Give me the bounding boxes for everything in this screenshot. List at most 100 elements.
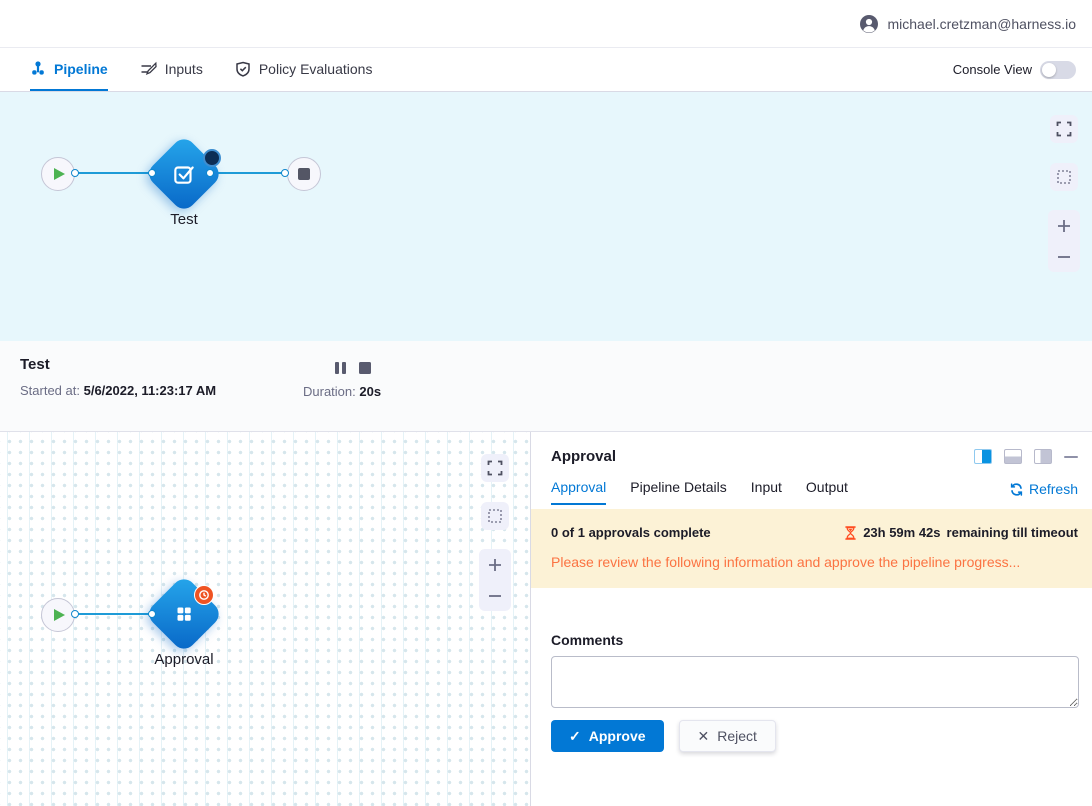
policy-shield-check-icon: [235, 61, 251, 77]
step-details-panel: Approval Approval Pipeline Details Input…: [531, 432, 1092, 806]
console-view-control: Console View: [953, 48, 1076, 91]
details-tab-approval[interactable]: Approval: [551, 479, 606, 505]
started-at-value: 5/6/2022, 11:23:17 AM: [84, 383, 217, 398]
zoom-in-button[interactable]: [1056, 218, 1072, 234]
zoom-out-button[interactable]: [1056, 249, 1072, 265]
duration-value: 20s: [359, 384, 381, 399]
test-node-label: Test: [124, 211, 244, 228]
play-icon: [54, 168, 65, 180]
top-bar: michael.cretzman@harness.io: [0, 0, 1092, 48]
fit-to-screen-button[interactable]: [481, 454, 509, 482]
inputs-icon: [140, 61, 157, 77]
refresh-button[interactable]: Refresh: [1009, 481, 1078, 505]
user-email: michael.cretzman@harness.io: [887, 16, 1076, 32]
execution-title: Test: [20, 356, 50, 373]
execution-actions: [335, 362, 371, 374]
layout-bottom-view-icon[interactable]: [1004, 449, 1022, 464]
toggle-knob: [1042, 63, 1056, 77]
details-tab-pipeline-details[interactable]: Pipeline Details: [630, 479, 727, 505]
layout-right-view-icon[interactable]: [974, 449, 992, 464]
refresh-label: Refresh: [1029, 481, 1078, 497]
stop-icon: [298, 168, 310, 180]
edge-test-to-end: [212, 172, 288, 174]
fit-to-screen-button[interactable]: [1050, 115, 1078, 143]
pipeline-graph-canvas[interactable]: Test: [0, 92, 1092, 341]
approval-progress-row: 0 of 1 approvals complete 23h 59m 42s re…: [551, 525, 1078, 540]
console-view-label: Console View: [953, 62, 1032, 77]
zoom-controls: [479, 549, 511, 611]
zoom-in-button[interactable]: [487, 557, 503, 573]
timeout-value: 23h 59m 42s: [863, 525, 940, 540]
tab-policy-evaluations-label: Policy Evaluations: [259, 61, 373, 77]
clock-icon: [198, 589, 210, 601]
edge-start-to-test: [75, 172, 156, 174]
console-view-toggle[interactable]: [1040, 61, 1076, 79]
comments-label: Comments: [551, 632, 1078, 648]
tab-policy-evaluations[interactable]: Policy Evaluations: [235, 48, 373, 91]
edge-port: [71, 169, 79, 177]
timeout-countdown: 23h 59m 42s remaining till timeout: [844, 525, 1078, 540]
duration: Duration: 20s: [303, 384, 381, 399]
details-tab-output[interactable]: Output: [806, 479, 848, 505]
x-icon: ✕: [698, 728, 710, 745]
edge-start-to-approval: [75, 613, 156, 615]
edge-port: [71, 610, 79, 618]
pipeline-execution-page: michael.cretzman@harness.io Pipeline Inp…: [0, 0, 1092, 806]
approval-actions: ✓ Approve ✕ Reject: [551, 720, 1080, 752]
tab-inputs-label: Inputs: [165, 61, 203, 77]
refresh-icon: [1009, 482, 1024, 497]
details-header: Approval: [551, 448, 1078, 465]
pause-button[interactable]: [335, 362, 346, 374]
end-node[interactable]: [287, 157, 321, 191]
user-menu: michael.cretzman@harness.io: [859, 14, 1076, 34]
marquee-icon: [487, 508, 503, 524]
abort-button[interactable]: [359, 362, 371, 374]
edge-port: [281, 169, 289, 177]
user-avatar-icon: [859, 14, 879, 34]
minimize-panel-icon[interactable]: [1064, 456, 1078, 458]
stage-start-node[interactable]: [41, 598, 75, 632]
details-title: Approval: [551, 448, 616, 465]
tab-pipeline[interactable]: Pipeline: [30, 48, 108, 91]
hourglass-icon: [844, 526, 857, 540]
details-tab-bar: Approval Pipeline Details Input Output R…: [551, 479, 1078, 505]
reject-button[interactable]: ✕ Reject: [679, 720, 776, 752]
panel-layout-controls: [974, 449, 1078, 464]
tab-pipeline-label: Pipeline: [54, 61, 108, 77]
approvals-progress: 0 of 1 approvals complete: [551, 525, 711, 540]
bottom-split: Approval Approval: [0, 432, 1092, 806]
expand-icon: [487, 460, 503, 476]
marquee-select-button[interactable]: [1050, 163, 1078, 191]
zoom-out-button[interactable]: [487, 588, 503, 604]
waiting-clock-badge: [194, 585, 214, 605]
started-at: Started at: 5/6/2022, 11:23:17 AM: [20, 383, 216, 398]
pipeline-icon: [30, 61, 46, 77]
comments-input[interactable]: [551, 656, 1079, 708]
duration-label: Duration:: [303, 384, 356, 399]
play-icon: [54, 609, 65, 621]
reject-label: Reject: [717, 728, 757, 744]
running-badge: [203, 149, 221, 167]
expand-icon: [1056, 121, 1072, 137]
approval-message: Please review the following information …: [551, 554, 1078, 570]
marquee-select-button[interactable]: [481, 502, 509, 530]
approve-button[interactable]: ✓ Approve: [551, 720, 664, 752]
approval-node-label: Approval: [124, 651, 244, 668]
stage-graph-canvas[interactable]: Approval: [0, 432, 531, 806]
approval-grid-icon: [171, 601, 197, 627]
started-at-label: Started at:: [20, 383, 80, 398]
edge-port: [148, 169, 156, 177]
start-node[interactable]: [41, 157, 75, 191]
approval-step-node[interactable]: [144, 574, 223, 653]
tab-inputs[interactable]: Inputs: [140, 48, 203, 91]
details-tab-input[interactable]: Input: [751, 479, 782, 505]
layout-minimized-view-icon[interactable]: [1034, 449, 1052, 464]
approval-banner: 0 of 1 approvals complete 23h 59m 42s re…: [531, 509, 1092, 588]
edge-port: [148, 610, 156, 618]
check-icon: ✓: [569, 728, 581, 745]
timeout-suffix: remaining till timeout: [947, 525, 1078, 540]
edge-port: [206, 169, 214, 177]
test-check-icon: [171, 161, 197, 187]
view-tab-bar: Pipeline Inputs Policy Evaluations Conso…: [0, 48, 1092, 92]
execution-status-bar: Test Started at: 5/6/2022, 11:23:17 AM D…: [0, 341, 1092, 432]
